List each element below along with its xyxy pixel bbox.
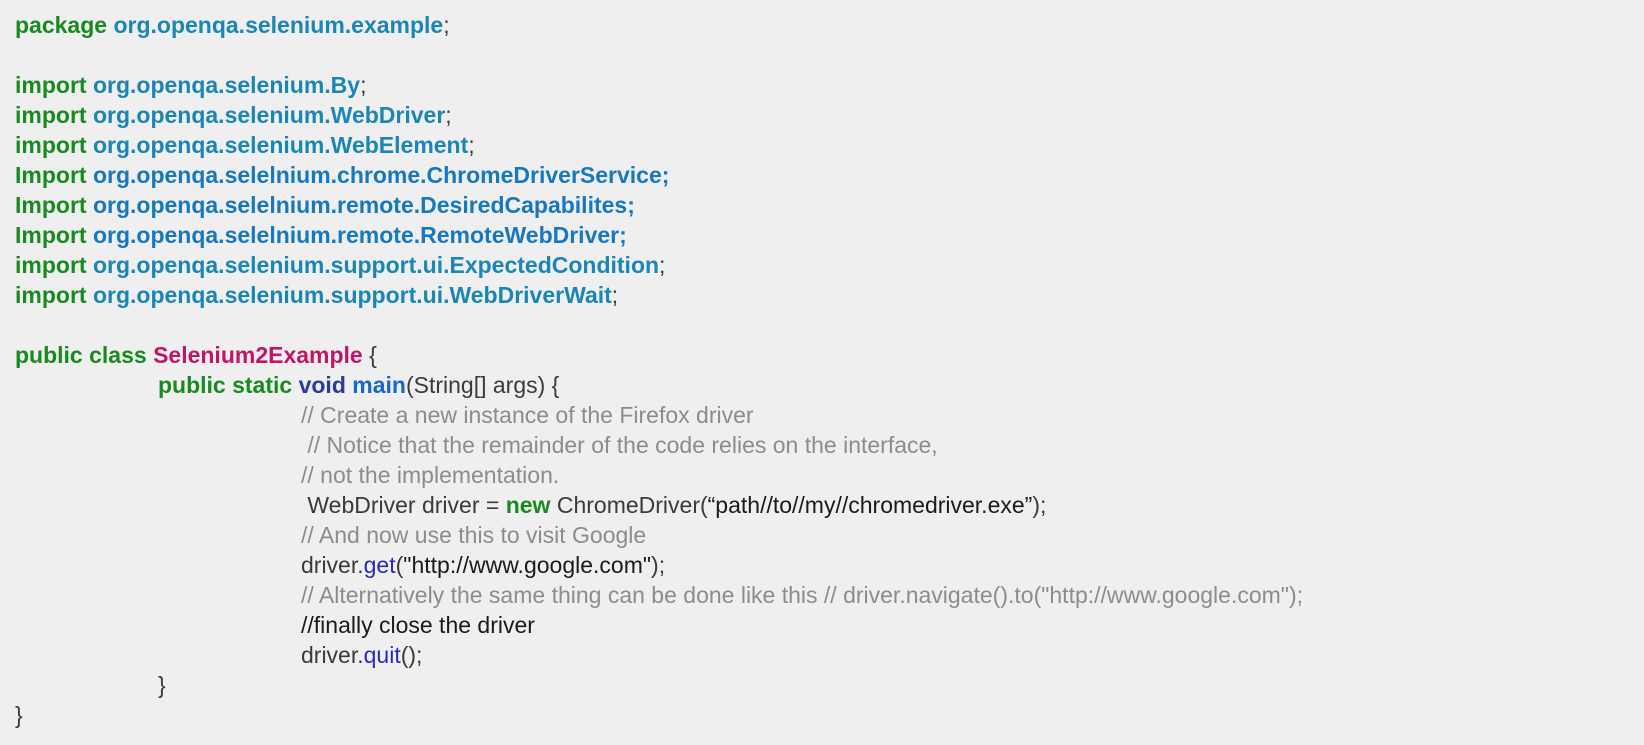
code-token: ChromeDriver( [550, 492, 708, 518]
code-token: // Notice that the remainder of the code… [301, 432, 938, 458]
code-line: // not the implementation. [15, 460, 1303, 490]
code-token: ; [443, 12, 450, 38]
code-token: Selenium2Example [153, 342, 363, 368]
code-token: ); [1032, 492, 1047, 518]
code-token: void [298, 372, 346, 398]
code-token: org.openqa.selelnium.remote.DesiredCapab… [92, 192, 635, 218]
code-token: org.openqa.selenium.WebDriver [92, 102, 446, 128]
code-token: ; [611, 282, 619, 308]
code-token: { [362, 342, 377, 368]
code-line: import org.openqa.selenium.WebElement; [15, 130, 1303, 160]
code-listing: package org.openqa.selenium.example;​imp… [15, 10, 1303, 730]
code-token: ); [651, 552, 666, 578]
code-token: (String[] args) { [405, 372, 560, 398]
code-token: import [15, 132, 87, 158]
code-token: import [15, 72, 87, 98]
code-token: get [363, 552, 396, 578]
code-line: ​ [15, 310, 1303, 340]
code-token: // Alternatively the same thing can be d… [301, 582, 1303, 608]
code-token: quit [363, 642, 401, 668]
code-line: // And now use this to visit Google [15, 520, 1303, 550]
code-token: ; [445, 102, 452, 128]
code-line: public class Selenium2Example { [15, 340, 1303, 370]
code-line: } [15, 670, 1303, 700]
code-token: org.openqa.selenium.By [92, 72, 361, 98]
code-token: } [158, 672, 166, 698]
code-token: org.openqa.selenium.WebElement [92, 132, 469, 158]
code-token: WebDriver driver = [301, 492, 506, 518]
code-token: import [15, 282, 87, 308]
code-token: ; [659, 252, 666, 278]
code-line: package org.openqa.selenium.example; [15, 10, 1303, 40]
code-line: driver.get("http://www.google.com"); [15, 550, 1303, 580]
code-token: package [15, 12, 108, 38]
code-line: WebDriver driver = new ChromeDriver(“pat… [15, 490, 1303, 520]
code-line: Import org.openqa.selelnium.remote.Desir… [15, 190, 1303, 220]
code-token: org.openqa.selelnium.chrome.ChromeDriver… [92, 162, 670, 188]
code-token: Import [15, 192, 87, 218]
code-line: import org.openqa.selenium.WebDriver; [15, 100, 1303, 130]
code-token: org.openqa.selenium.support.ui.WebDriver… [92, 282, 612, 308]
code-token: public static [158, 372, 293, 398]
code-line: ​ [15, 40, 1303, 70]
code-token: import [15, 252, 87, 278]
code-line: // Notice that the remainder of the code… [15, 430, 1303, 460]
code-line: Import org.openqa.selelnium.remote.Remot… [15, 220, 1303, 250]
code-line: import org.openqa.selenium.support.ui.We… [15, 280, 1303, 310]
code-line: import org.openqa.selenium.By; [15, 70, 1303, 100]
code-line: } [15, 700, 1303, 730]
code-token: // Create a new instance of the Firefox … [301, 402, 754, 428]
code-token: new [505, 492, 551, 518]
code-token: driver. [301, 552, 364, 578]
code-token: driver. [301, 642, 364, 668]
code-line: //finally close the driver [15, 610, 1303, 640]
code-token: ; [360, 72, 367, 98]
code-line: import org.openqa.selenium.support.ui.Ex… [15, 250, 1303, 280]
code-token: (); [400, 642, 423, 668]
code-line: // Alternatively the same thing can be d… [15, 580, 1303, 610]
code-token: //finally close the driver [301, 612, 535, 638]
code-token: } [15, 702, 23, 728]
code-line: public static void main(String[] args) { [15, 370, 1303, 400]
code-token: // And now use this to visit Google [301, 522, 647, 548]
code-token: ; [468, 132, 475, 158]
code-token: Import [15, 222, 87, 248]
code-token: org.openqa.selenium.support.ui.ExpectedC… [92, 252, 660, 278]
code-token: "http://www.google.com" [403, 552, 652, 578]
code-token: “path//to//my//chromedriver.exe” [707, 492, 1033, 518]
code-line: // Create a new instance of the Firefox … [15, 400, 1303, 430]
code-token: // not the implementation. [301, 462, 560, 488]
code-line: driver.quit(); [15, 640, 1303, 670]
code-token: public class [15, 342, 147, 368]
code-token: Import [15, 162, 87, 188]
code-token: org.openqa.selenium.example [113, 12, 444, 38]
code-token: org.openqa.selelnium.remote.RemoteWebDri… [92, 222, 627, 248]
code-token: main [352, 372, 406, 398]
code-line: Import org.openqa.selelnium.chrome.Chrom… [15, 160, 1303, 190]
code-token: import [15, 102, 87, 128]
